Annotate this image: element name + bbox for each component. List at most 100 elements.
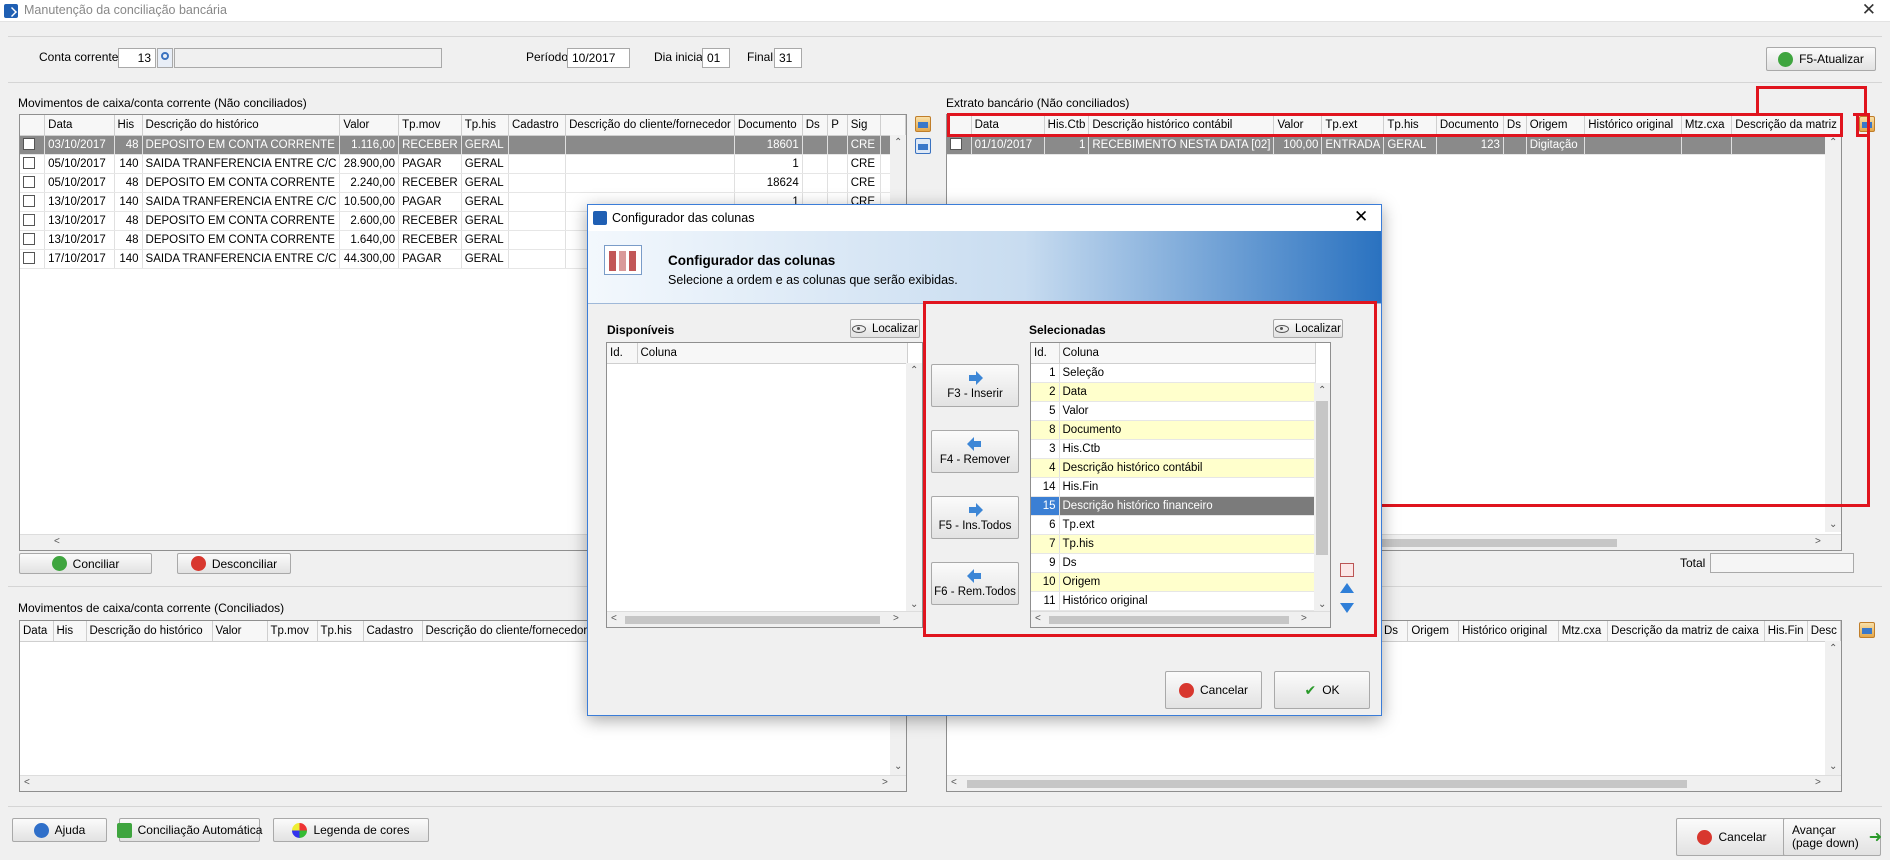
selecionadas-row[interactable]: 14 His.Fin (1031, 477, 1316, 497)
scroll-up-icon[interactable]: ⌃ (1829, 643, 1837, 654)
selecionadas-localizar-button[interactable]: Localizar (1273, 319, 1343, 338)
ajuda-button[interactable]: Ajuda (12, 818, 107, 842)
scroll-right-icon[interactable]: > (1301, 613, 1307, 624)
extrato-c-hscroll-thumb[interactable] (967, 780, 1687, 788)
selecionadas-row[interactable]: 15 Descrição histórico financeiro (1031, 496, 1316, 516)
scroll-left-icon[interactable]: < (1035, 613, 1041, 624)
disponiveis-hscroll[interactable]: < > (607, 611, 922, 627)
extrato-c-hscroll[interactable]: < > (947, 775, 1841, 791)
scroll-down-icon[interactable]: ⌄ (1318, 599, 1326, 610)
row-checkbox[interactable] (23, 157, 35, 170)
scroll-right-icon[interactable]: > (1815, 777, 1821, 788)
move-down-button[interactable] (1340, 603, 1354, 617)
selecionadas-row[interactable]: 5 Valor (1031, 401, 1316, 421)
mov-nc-col-sig[interactable]: Sig (847, 115, 882, 136)
selecionadas-row[interactable]: 9 Ds (1031, 553, 1316, 573)
selecionadas-row[interactable]: 11 Histórico original (1031, 591, 1316, 611)
extrato-nc-col-descricao[interactable]: Descrição histórico contábil (1088, 115, 1275, 136)
extrato-nc-col-valor[interactable]: Valor (1273, 115, 1323, 136)
scroll-left-icon[interactable]: < (611, 613, 617, 624)
scroll-up-icon[interactable]: ⌃ (894, 137, 902, 148)
extrato-c-col-hisfin[interactable]: His.Fin (1764, 621, 1808, 642)
selecionadas-row[interactable]: 8 Documento (1031, 420, 1316, 440)
extrato-nc-hscroll-thumb[interactable] (1377, 539, 1617, 547)
extrato-nc-col-descricao-matriz[interactable]: Descrição da matriz (1731, 115, 1841, 136)
mov-nc-row[interactable]: 03/10/2017 48 DEPOSITO EM CONTA CORRENTE 1.… (20, 135, 906, 155)
row-checkbox[interactable] (23, 176, 35, 189)
remover-button[interactable]: F4 - Remover (931, 430, 1019, 473)
selecionadas-hscroll-thumb[interactable] (1049, 616, 1289, 624)
mov-nc-col-ds[interactable]: Ds (802, 115, 829, 136)
mov-nc-col-select[interactable] (20, 115, 46, 136)
selecionadas-vscroll-thumb[interactable] (1316, 401, 1328, 555)
periodo-input[interactable]: 10/2017 (567, 48, 630, 68)
scroll-left-icon[interactable]: < (54, 536, 60, 547)
main-cancelar-button[interactable]: Cancelar (1676, 818, 1788, 856)
mov-c-col-cadastro[interactable]: Cadastro (363, 621, 423, 642)
extrato-nc-col-ds[interactable]: Ds (1503, 115, 1527, 136)
extrato-c-column-config-icon[interactable] (1859, 622, 1875, 638)
close-icon[interactable]: ✕ (1862, 0, 1876, 20)
extrato-nc-col-mtzcxa[interactable]: Mtz.cxa (1681, 115, 1733, 136)
extrato-nc-col-origem[interactable]: Origem (1526, 115, 1586, 136)
extrato-nc-col-documento[interactable]: Documento (1436, 115, 1504, 136)
extrato-c-col-ds[interactable]: Ds (1381, 621, 1409, 642)
mov-nc-col-tpmov[interactable]: Tp.mov (398, 115, 462, 136)
scroll-right-icon[interactable]: > (1815, 536, 1821, 547)
mov-nc-col-data[interactable]: Data (44, 115, 115, 136)
extrato-nc-col-tpext[interactable]: Tp.ext (1321, 115, 1385, 136)
row-checkbox[interactable] (23, 138, 35, 151)
scroll-right-icon[interactable]: > (893, 613, 899, 624)
extrato-nc-col-select[interactable] (947, 115, 972, 136)
mov-c-col-cliente[interactable]: Descrição do cliente/fornecedor (422, 621, 598, 642)
refresh-button[interactable]: F5-Atualizar (1766, 47, 1876, 71)
conta-search-button[interactable] (157, 48, 173, 68)
scroll-left-icon[interactable]: < (24, 777, 30, 788)
avancar-button[interactable]: Avançar (page down) ➜ (1783, 818, 1882, 856)
dialog-cancelar-button[interactable]: Cancelar (1165, 671, 1262, 709)
row-checkbox[interactable] (23, 195, 35, 208)
inserir-button[interactable]: F3 - Inserir (931, 364, 1019, 407)
selecionadas-row[interactable]: 4 Descrição histórico contábil (1031, 458, 1316, 478)
selecionadas-col-coluna[interactable]: Coluna (1059, 343, 1316, 364)
disponiveis-col-coluna[interactable]: Coluna (637, 343, 908, 364)
extrato-nc-vscroll[interactable]: ⌃ ⌄ (1825, 135, 1841, 532)
scroll-up-icon[interactable]: ⌃ (910, 365, 918, 376)
row-checkbox[interactable] (23, 252, 35, 265)
legenda-cores-button[interactable]: Legenda de cores (273, 818, 429, 842)
conciliar-button[interactable]: Conciliar (19, 553, 152, 574)
mov-c-col-his[interactable]: His (53, 621, 87, 642)
desconciliar-button[interactable]: Desconciliar (177, 553, 291, 574)
disponiveis-col-id[interactable]: Id. (607, 343, 638, 364)
mov-nc-col-documento[interactable]: Documento (734, 115, 803, 136)
dialog-close-icon[interactable]: ✕ (1354, 207, 1368, 227)
mov-nc-col-cadastro[interactable]: Cadastro (508, 115, 567, 136)
extrato-c-vscroll[interactable]: ⌃ ⌄ (1825, 641, 1841, 775)
scroll-up-icon[interactable]: ⌃ (1829, 137, 1837, 148)
extrato-nc-row[interactable]: 01/10/2017 1 RECEBIMENTO NESTA DATA [02] 10… (947, 135, 1841, 155)
inserir-todos-button[interactable]: F5 - Ins.Todos (931, 496, 1019, 539)
mov-nc-col-descricao[interactable]: Descrição do histórico (142, 115, 341, 136)
move-up-button[interactable] (1340, 583, 1354, 597)
mov-nc-row[interactable]: 05/10/2017 140 SAIDA TRANFERENCIA ENTRE C/… (20, 154, 906, 174)
selecionadas-row[interactable]: 6 Tp.ext (1031, 515, 1316, 535)
mov-c-col-tpmov[interactable]: Tp.mov (267, 621, 318, 642)
scroll-down-icon[interactable]: ⌄ (1829, 519, 1837, 530)
disponiveis-vscroll[interactable]: ⌃ ⌄ (906, 363, 922, 613)
remover-todos-button[interactable]: F6 - Rem.Todos (931, 562, 1019, 605)
selecionadas-row[interactable]: 1 Seleção (1031, 363, 1316, 383)
extrato-nc-col-tphis[interactable]: Tp.his (1383, 115, 1437, 136)
mov-c-col-descricao[interactable]: Descrição do histórico (86, 621, 213, 642)
mov-c-col-data[interactable]: Data (20, 621, 54, 642)
disponiveis-hscroll-thumb[interactable] (625, 616, 880, 624)
scroll-left-icon[interactable]: < (951, 777, 957, 788)
row-checkbox[interactable] (950, 138, 962, 151)
mov-nc-col-cliente[interactable]: Descrição do cliente/fornecedor (565, 115, 735, 136)
selecionadas-row[interactable]: 10 Origem (1031, 572, 1316, 592)
conciliacao-automatica-button[interactable]: Conciliação Automática (116, 818, 262, 842)
mov-nc-row[interactable]: 05/10/2017 48 DEPOSITO EM CONTA CORRENTE 2.… (20, 173, 906, 193)
disponiveis-localizar-button[interactable]: Localizar (850, 319, 920, 338)
selecionadas-vscroll[interactable]: ⌃ ⌄ (1314, 383, 1330, 613)
mov-nc-find-icon[interactable] (915, 138, 931, 154)
mov-nc-col-valor[interactable]: Valor (339, 115, 400, 136)
